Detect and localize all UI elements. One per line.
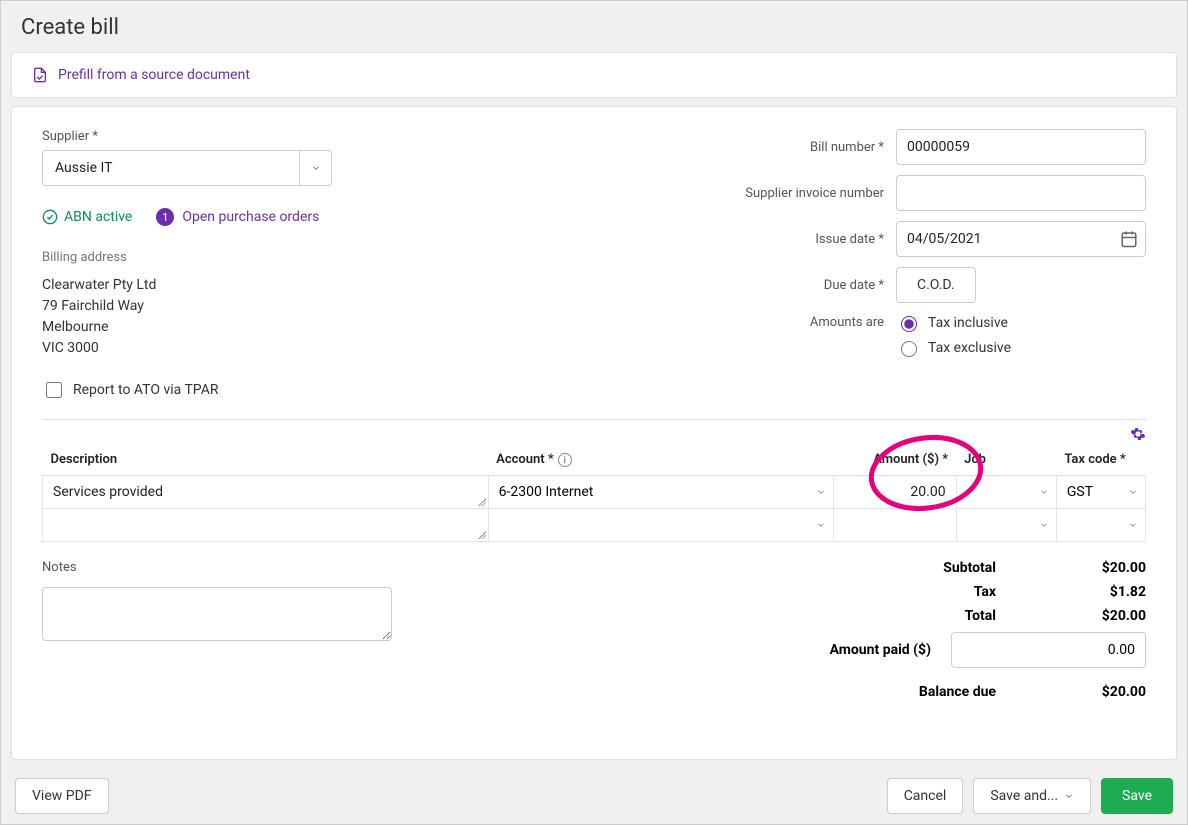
subtotal-value: $20.00 — [1016, 560, 1146, 576]
check-circle-icon — [42, 209, 58, 225]
total-value: $20.00 — [1016, 608, 1146, 624]
balance-due-value: $20.00 — [1016, 684, 1146, 700]
amount-paid-label: Amount paid ($) — [830, 642, 931, 658]
gear-icon[interactable] — [1130, 426, 1146, 442]
col-header-taxcode: Tax code * — [1056, 444, 1145, 476]
save-and-button[interactable]: Save and... — [973, 778, 1091, 814]
tpar-checkbox[interactable] — [46, 382, 62, 398]
billing-address: Clearwater Pty Ltd 79 Fairchild Way Melb… — [42, 275, 594, 359]
supplier-label: Supplier * — [42, 129, 594, 144]
open-po-label: Open purchase orders — [182, 209, 319, 225]
totals-section: Subtotal $20.00 Tax $1.82 Total $20.00 Amou… — [594, 560, 1146, 708]
tax-inclusive-label: Tax inclusive — [928, 315, 1008, 331]
chevron-down-icon — [1064, 791, 1074, 801]
abn-status: ABN active — [42, 209, 132, 225]
billing-line1: Clearwater Pty Ltd — [42, 275, 594, 296]
chevron-down-icon — [816, 487, 826, 497]
tax-label: Tax — [974, 584, 996, 600]
col-header-amount: Amount ($) * — [834, 444, 957, 476]
tax-exclusive-label: Tax exclusive — [928, 340, 1011, 356]
notes-textarea[interactable] — [42, 587, 392, 641]
resize-handle-icon[interactable] — [478, 498, 486, 506]
notes-label: Notes — [42, 560, 484, 575]
col-header-job: Job — [956, 444, 1056, 476]
description-input[interactable] — [43, 476, 488, 508]
tax-inclusive-option[interactable]: Tax inclusive — [896, 313, 1146, 332]
job-select[interactable] — [957, 509, 1056, 541]
page-title: Create bill — [1, 1, 1187, 52]
col-header-description: Description — [43, 444, 489, 476]
due-date-button[interactable]: C.O.D. — [896, 267, 976, 303]
tax-value: $1.82 — [1016, 584, 1146, 600]
taxcode-value: GST — [1057, 484, 1121, 500]
prefill-link[interactable]: Prefill from a source document — [58, 67, 250, 83]
abn-status-label: ABN active — [64, 209, 132, 225]
description-input[interactable] — [43, 509, 488, 541]
tax-exclusive-option[interactable]: Tax exclusive — [896, 338, 1146, 357]
chevron-down-icon — [1128, 487, 1138, 497]
open-purchase-orders-link[interactable]: 1 Open purchase orders — [156, 208, 319, 226]
chevron-down-icon — [1039, 487, 1049, 497]
view-pdf-button[interactable]: View PDF — [15, 778, 109, 814]
taxcode-select[interactable] — [1057, 509, 1145, 541]
footer-bar: View PDF Cancel Save and... Save — [1, 768, 1187, 824]
amount-input[interactable] — [834, 509, 956, 541]
account-select[interactable] — [489, 509, 833, 541]
billing-line2: 79 Fairchild Way — [42, 296, 594, 317]
col-header-account: Account *i — [488, 444, 833, 476]
subtotal-label: Subtotal — [943, 560, 996, 576]
chevron-down-icon — [311, 163, 321, 173]
info-icon[interactable]: i — [558, 453, 572, 467]
amount-input[interactable] — [834, 476, 956, 508]
chevron-down-icon — [1128, 520, 1138, 530]
billing-address-heading: Billing address — [42, 250, 594, 265]
tpar-checkbox-row[interactable]: Report to ATO via TPAR — [42, 379, 594, 401]
line-items-table: Description Account *i Amount ($) * Job … — [42, 444, 1146, 542]
table-row: 6-2300 Internet GST — [43, 476, 1146, 509]
cancel-button[interactable]: Cancel — [887, 778, 964, 814]
supplier-dropdown-button[interactable] — [299, 151, 331, 185]
chevron-down-icon — [816, 520, 826, 530]
billing-line3: Melbourne — [42, 317, 594, 338]
total-label: Total — [965, 608, 996, 624]
prefill-banner: Prefill from a source document — [11, 52, 1177, 98]
issue-date-input[interactable] — [896, 221, 1146, 257]
table-row — [43, 509, 1146, 542]
account-value: 6-2300 Internet — [489, 484, 809, 500]
billing-line4: VIC 3000 — [42, 338, 594, 359]
main-form-panel: Supplier * Aussie IT ABN active 1 Open p… — [11, 106, 1177, 760]
amount-paid-input[interactable] — [951, 632, 1146, 668]
supplier-invoice-input[interactable] — [896, 175, 1146, 211]
bill-number-label: Bill number * — [714, 140, 884, 155]
amounts-are-label: Amounts are — [714, 313, 884, 330]
chevron-down-icon — [1039, 520, 1049, 530]
due-date-label: Due date * — [714, 278, 884, 293]
open-po-count-badge: 1 — [156, 208, 174, 226]
document-icon — [32, 67, 48, 83]
balance-due-label: Balance due — [919, 684, 996, 700]
account-select[interactable]: 6-2300 Internet — [489, 476, 833, 508]
save-and-label: Save and... — [990, 788, 1058, 804]
supplier-invoice-label: Supplier invoice number — [714, 186, 884, 201]
tpar-label: Report to ATO via TPAR — [73, 382, 218, 398]
calendar-icon[interactable] — [1120, 230, 1138, 248]
resize-handle-icon[interactable] — [478, 531, 486, 539]
tax-inclusive-radio[interactable] — [901, 316, 917, 332]
tax-exclusive-radio[interactable] — [901, 341, 917, 357]
supplier-value: Aussie IT — [43, 160, 299, 176]
bill-number-input[interactable] — [896, 129, 1146, 165]
supplier-select[interactable]: Aussie IT — [42, 150, 332, 186]
taxcode-select[interactable]: GST — [1057, 476, 1145, 508]
job-select[interactable] — [957, 476, 1056, 508]
issue-date-label: Issue date * — [714, 232, 884, 247]
save-button[interactable]: Save — [1101, 778, 1173, 814]
